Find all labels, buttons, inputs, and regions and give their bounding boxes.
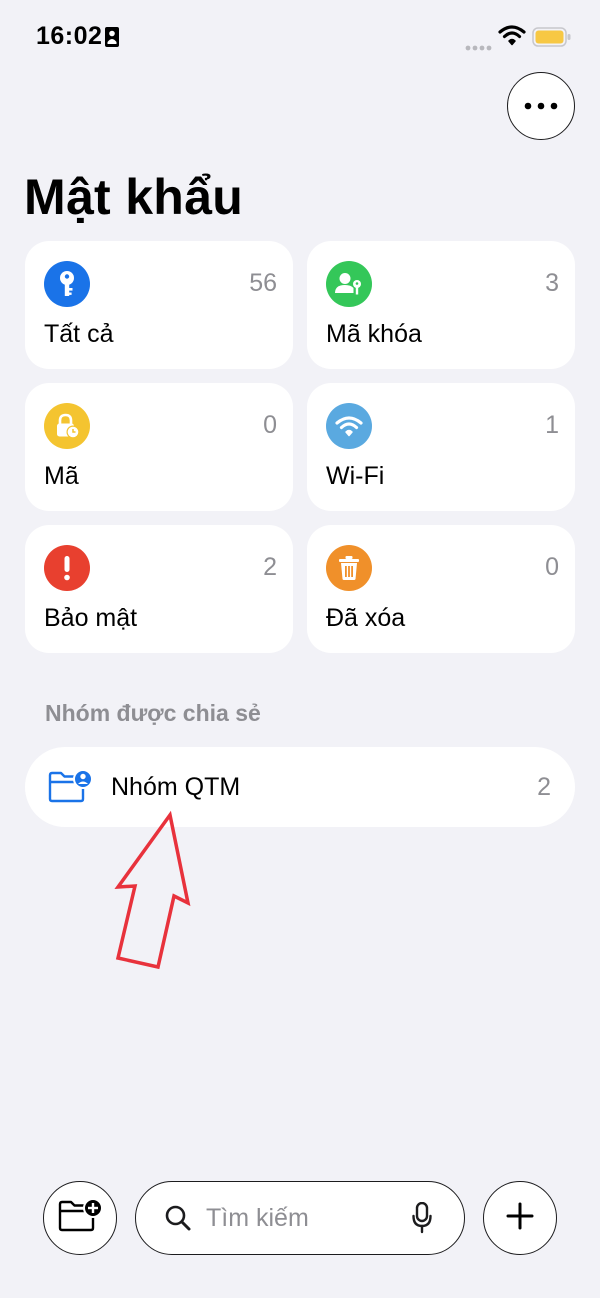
tile-passkeys[interactable]: 3 Mã khóa xyxy=(307,241,575,369)
wifi-icon xyxy=(498,24,526,51)
passkey-person-icon xyxy=(326,261,372,307)
tile-label: Đã xóa xyxy=(326,604,406,632)
tile-security[interactable]: 2 Bảo mật xyxy=(25,525,293,653)
add-password-button[interactable] xyxy=(483,1181,557,1255)
folder-plus-icon xyxy=(57,1197,103,1239)
exclamation-icon xyxy=(44,545,90,591)
shared-folder-icon xyxy=(47,769,93,810)
search-input[interactable] xyxy=(206,1200,406,1236)
shared-group-name: Nhóm QTM xyxy=(111,773,241,801)
status-bar: 16:02 xyxy=(0,0,600,76)
status-time: 16:02 xyxy=(36,22,103,50)
signal-icon xyxy=(465,38,493,56)
tile-count: 1 xyxy=(545,411,559,439)
search-bar[interactable] xyxy=(135,1181,465,1255)
more-options-button[interactable] xyxy=(507,72,575,140)
tile-all[interactable]: 56 Tất cả xyxy=(25,241,293,369)
portrait-lock-icon xyxy=(104,26,120,53)
tile-count: 56 xyxy=(249,269,277,297)
tile-count: 2 xyxy=(263,553,277,581)
microphone-icon[interactable] xyxy=(412,1201,432,1239)
plus-icon xyxy=(505,1201,535,1236)
lock-clock-icon xyxy=(44,403,90,449)
key-icon xyxy=(44,261,90,307)
trash-icon xyxy=(326,545,372,591)
search-icon xyxy=(164,1204,192,1237)
shared-group-count: 2 xyxy=(537,773,551,801)
tile-count: 3 xyxy=(545,269,559,297)
tile-codes[interactable]: 0 Mã xyxy=(25,383,293,511)
tile-label: Bảo mật xyxy=(44,604,138,632)
tile-label: Tất cả xyxy=(44,320,114,348)
new-group-button[interactable] xyxy=(43,1181,117,1255)
shared-groups-header: Nhóm được chia sẻ xyxy=(45,700,261,726)
wifi-icon xyxy=(326,403,372,449)
tile-wifi[interactable]: 1 Wi-Fi xyxy=(307,383,575,511)
tile-count: 0 xyxy=(545,553,559,581)
tile-count: 0 xyxy=(263,411,277,439)
tile-label: Mã xyxy=(44,462,79,490)
red-arrow-up-icon xyxy=(112,810,202,985)
shared-group-row[interactable]: Nhóm QTM 2 xyxy=(25,747,575,827)
ellipsis-icon xyxy=(524,97,558,115)
tile-label: Mã khóa xyxy=(326,320,422,348)
tile-deleted[interactable]: 0 Đã xóa xyxy=(307,525,575,653)
page-title: Mật khẩu xyxy=(24,169,244,225)
tile-label: Wi-Fi xyxy=(326,462,385,490)
battery-icon xyxy=(532,27,572,52)
